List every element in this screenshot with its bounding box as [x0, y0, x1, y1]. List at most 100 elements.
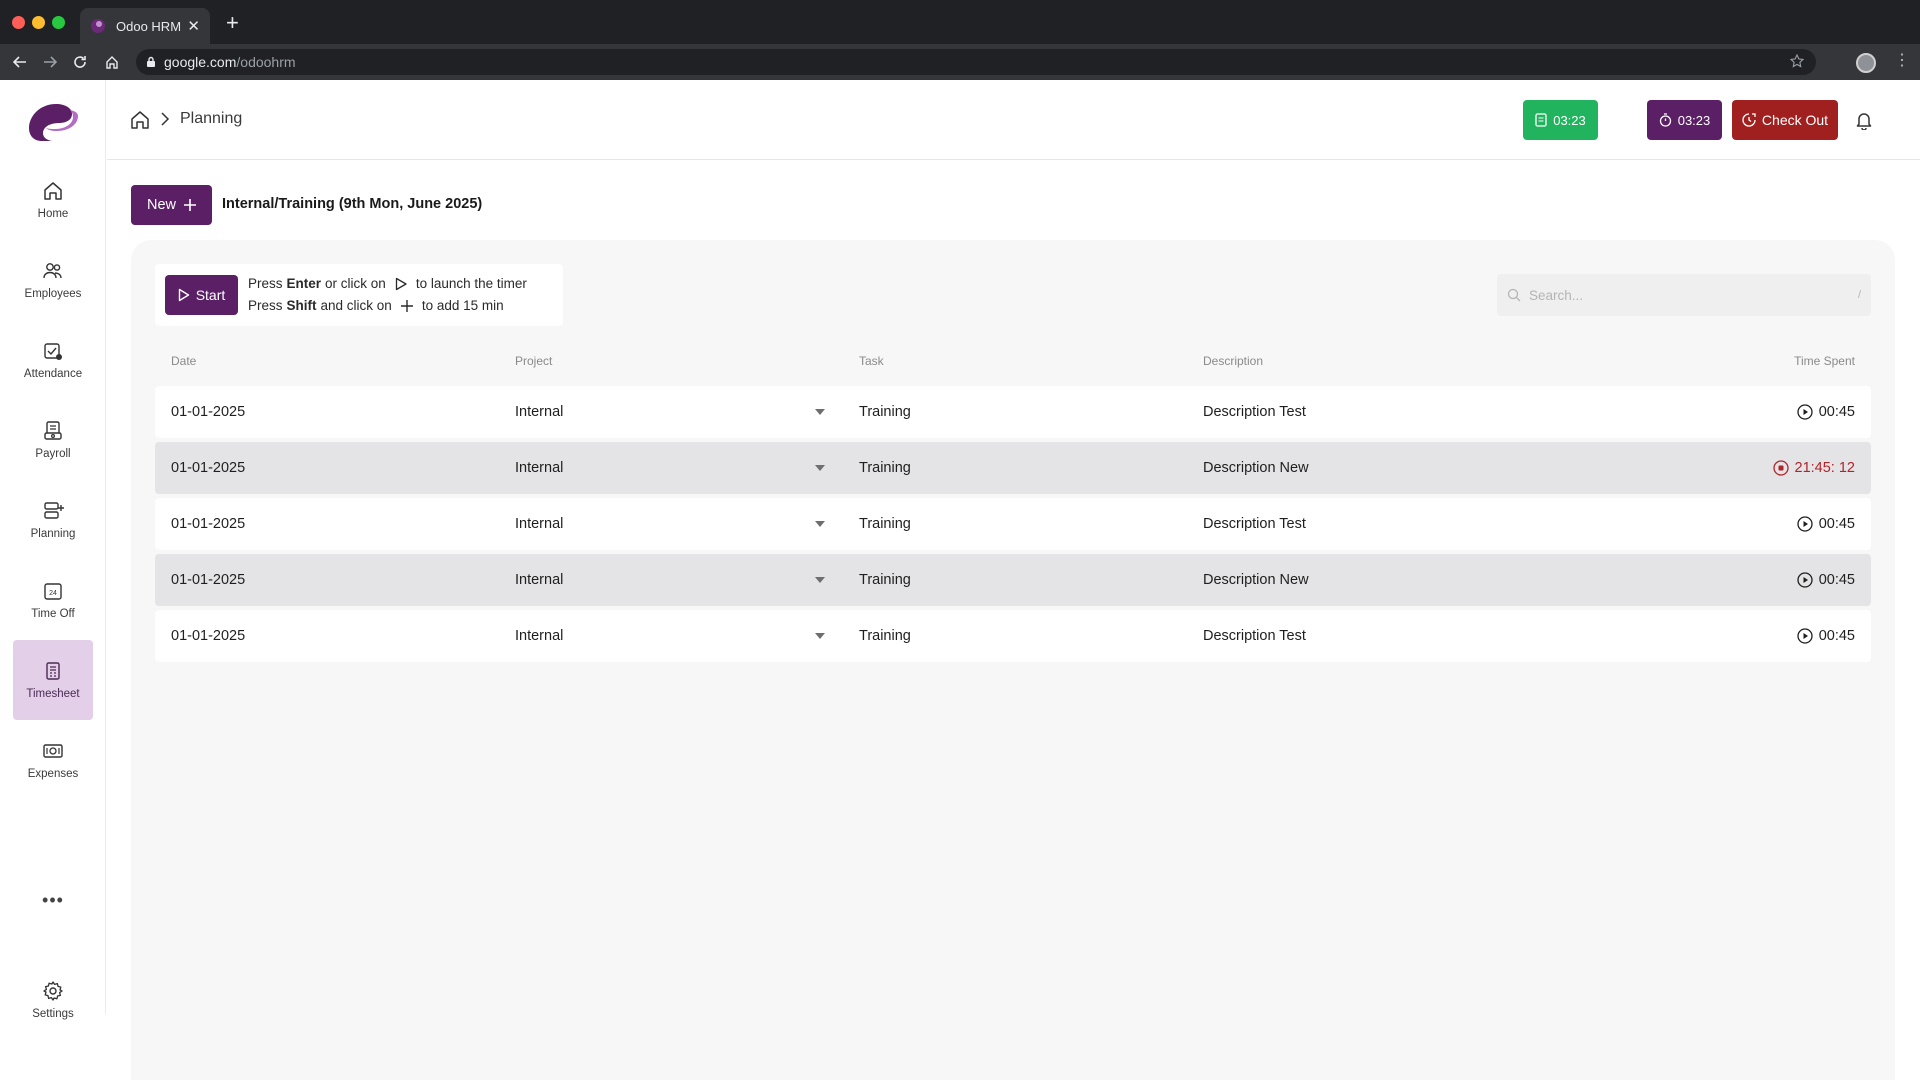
table-header: Date Project Task Description Time Spent [155, 354, 1871, 374]
play-circle-icon[interactable] [1797, 572, 1813, 588]
app-logo[interactable] [28, 100, 80, 144]
bookmark-star-icon[interactable] [1789, 53, 1805, 73]
hint-text: to add 15 min [421, 298, 504, 313]
caret-down-icon[interactable] [815, 577, 825, 583]
search-shortcut-hint: / [1857, 289, 1861, 301]
check-out-label: Check Out [1761, 112, 1829, 128]
sidebar-item-attendance[interactable]: Attendance [13, 320, 93, 400]
cell-description: Description New [1203, 460, 1309, 476]
table-row[interactable]: 01-01-2025 Internal Training Description… [155, 554, 1871, 606]
search-icon [1507, 288, 1521, 302]
close-window-button[interactable] [12, 16, 25, 29]
time-value: 00:45 [1818, 516, 1855, 532]
table-row[interactable]: 01-01-2025 Internal Training Description… [155, 610, 1871, 662]
bell-icon[interactable] [1855, 110, 1873, 135]
column-header-date: Date [171, 354, 197, 368]
back-icon[interactable] [10, 52, 30, 72]
cell-project: Internal [515, 516, 564, 532]
breadcrumb-home-icon[interactable] [130, 110, 150, 135]
stopwatch-icon [1659, 113, 1671, 127]
expenses-icon [43, 744, 63, 758]
users-icon [43, 263, 62, 279]
page-header: Planning 03:23 03:23 Check Out [107, 80, 1920, 160]
timer-green-value: 03:23 [1553, 112, 1586, 128]
browser-tab[interactable]: Odoo HRM ✕ [80, 8, 210, 44]
more-menu-button[interactable]: ••• [13, 890, 93, 910]
sidebar-item-payroll[interactable]: Payroll [13, 400, 93, 480]
cell-description: Description Test [1203, 628, 1306, 644]
sidebar-item-time-off[interactable]: 24 Time Off [13, 560, 93, 640]
project-select[interactable]: Internal [515, 498, 825, 550]
cell-task: Training [859, 460, 911, 476]
cell-project: Internal [515, 404, 564, 420]
stop-circle-icon[interactable] [1772, 460, 1789, 476]
sidebar-item-expenses[interactable]: Expenses [13, 720, 93, 800]
new-tab-button[interactable]: + [226, 12, 239, 34]
breadcrumb-title: Planning [180, 110, 243, 127]
sidebar-item-label: Settings [32, 1008, 74, 1020]
address-bar[interactable]: google.com/odoohrm [136, 49, 1816, 75]
play-circle-icon[interactable] [1797, 516, 1813, 532]
tab-strip: Odoo HRM ✕ + [0, 0, 1920, 44]
tab-close-icon[interactable]: ✕ [187, 19, 200, 34]
search-box[interactable]: / [1497, 274, 1871, 316]
cell-date: 01-01-2025 [171, 572, 246, 588]
profile-avatar[interactable] [1856, 53, 1876, 73]
sidebar-item-planning[interactable]: Planning [13, 480, 93, 560]
sidebar-item-timesheet[interactable]: Timesheet [13, 640, 93, 720]
caret-down-icon[interactable] [815, 633, 825, 639]
minimize-window-button[interactable] [32, 16, 45, 29]
payroll-icon [44, 421, 62, 440]
forward-icon[interactable] [40, 52, 60, 72]
sidebar-item-settings[interactable]: Settings [13, 960, 93, 1040]
timesheet-timer-button[interactable]: 03:23 [1523, 100, 1598, 140]
check-out-button[interactable]: Check Out [1732, 100, 1838, 140]
browser-menu-icon[interactable]: ⋮ [1894, 53, 1910, 69]
svg-text:24: 24 [49, 590, 57, 597]
play-circle-icon[interactable] [1797, 628, 1813, 644]
project-select[interactable]: Internal [515, 610, 825, 662]
maximize-window-button[interactable] [52, 16, 65, 29]
table-row[interactable]: 01-01-2025 Internal Training Description… [155, 498, 1871, 550]
time-off-icon: 24 [44, 583, 62, 600]
new-button[interactable]: New [131, 185, 212, 225]
table-row[interactable]: 01-01-2025 Internal Training Description… [155, 386, 1871, 438]
sidebar-item-label: Home [37, 208, 69, 220]
hint-text: to launch the timer [415, 276, 527, 291]
caret-down-icon[interactable] [815, 409, 825, 415]
search-input[interactable] [1529, 287, 1858, 303]
cell-task: Training [859, 404, 911, 420]
project-select[interactable]: Internal [515, 554, 825, 606]
gear-icon [43, 981, 63, 1001]
planning-icon [44, 502, 64, 519]
url-host: google.com [164, 54, 237, 70]
caret-down-icon[interactable] [815, 521, 825, 527]
sidebar-item-employees[interactable]: Employees [13, 240, 93, 320]
cell-time-spent: 21:45: 12 [1772, 442, 1855, 494]
timer-hint-box: Start Press Enter or click on to launch … [155, 264, 563, 326]
cell-date: 01-01-2025 [171, 460, 246, 476]
table-row[interactable]: 01-01-2025 Internal Training Description… [155, 442, 1871, 494]
new-button-label: New [146, 197, 176, 213]
stopwatch-timer-button[interactable]: 03:23 [1647, 100, 1722, 140]
timesheet-icon [46, 662, 60, 680]
project-select[interactable]: Internal [515, 442, 825, 494]
play-circle-icon[interactable] [1797, 404, 1813, 420]
sidebar-item-label: Employees [24, 288, 82, 300]
time-value: 00:45 [1818, 628, 1855, 644]
start-timer-button[interactable]: Start [165, 275, 238, 315]
project-select[interactable]: Internal [515, 386, 825, 438]
cell-time-spent: 00:45 [1797, 386, 1855, 438]
hint-text: Press [248, 276, 283, 291]
cell-description: Description Test [1203, 516, 1306, 532]
document-icon [1535, 113, 1547, 127]
caret-down-icon[interactable] [815, 465, 825, 471]
home-browser-icon[interactable] [102, 52, 122, 72]
hint-text: and click on [320, 298, 392, 313]
sidebar-item-home[interactable]: Home [13, 160, 93, 240]
hint-key-enter: Enter [286, 276, 322, 291]
url-path: /odoohrm [236, 54, 296, 70]
start-label: Start [195, 287, 226, 303]
cell-date: 01-01-2025 [171, 628, 246, 644]
reload-icon[interactable] [70, 52, 90, 72]
